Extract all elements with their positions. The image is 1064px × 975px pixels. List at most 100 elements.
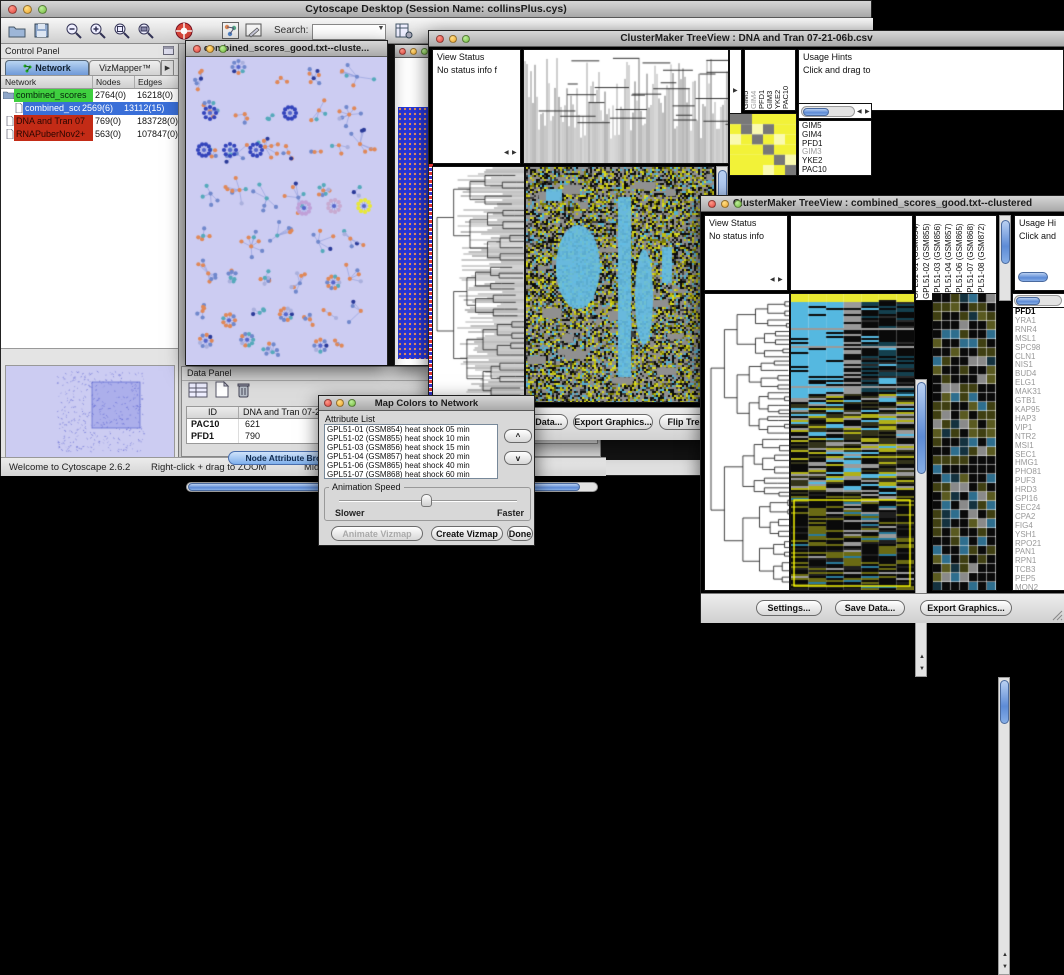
scroll-down-icon[interactable]: ▼ bbox=[919, 664, 925, 674]
tv1-gene-label[interactable]: PAC10 bbox=[799, 166, 871, 175]
attribute-list-item[interactable]: GPL51-04 (GSM857) heat shock 20 min bbox=[327, 452, 497, 461]
network-overview-canvas[interactable] bbox=[6, 366, 174, 457]
tv2-heatmap-vscrollbar[interactable]: ▲ ▼ bbox=[915, 379, 927, 677]
annotation-icon[interactable] bbox=[244, 21, 264, 41]
zoom-button[interactable] bbox=[219, 45, 227, 53]
minimize-button[interactable] bbox=[410, 48, 417, 55]
tab-more-arrow[interactable]: ▶ bbox=[161, 60, 174, 75]
search-input[interactable] bbox=[312, 24, 386, 40]
search-dropdown-arrow[interactable]: ▼ bbox=[378, 25, 385, 32]
treeview2-title: ClusterMaker TreeView : combined_scores_… bbox=[701, 198, 1064, 209]
settings-button[interactable]: Settings... bbox=[756, 600, 822, 616]
tv2-main-heatmap[interactable] bbox=[790, 293, 915, 591]
tv2-hints-scrollthumb[interactable] bbox=[1018, 272, 1048, 282]
zoom-button[interactable] bbox=[38, 5, 47, 14]
attribute-list-item[interactable]: GPL51-02 (GSM855) heat shock 10 min bbox=[327, 434, 497, 443]
attribute-list-item[interactable]: GPL51-03 (GSM856) heat shock 15 min bbox=[327, 443, 497, 452]
tv2-zoom-vscrollbar[interactable]: ▲ ▼ bbox=[998, 677, 1010, 975]
col-header-nodes[interactable]: Nodes bbox=[93, 76, 135, 88]
network-table-row[interactable]: combined_sco2569(6)13112(15) bbox=[1, 102, 178, 115]
float-panel-icon[interactable] bbox=[163, 42, 174, 60]
attribute-list-item[interactable]: GPL51-01 (GSM854) heat shock 05 min bbox=[327, 425, 497, 434]
scroll-right-icon[interactable]: ▶ bbox=[512, 148, 517, 158]
scroll-left-icon[interactable]: ◀ bbox=[770, 275, 775, 285]
dense-network-block[interactable] bbox=[398, 107, 430, 359]
network-tab-icon bbox=[23, 64, 32, 73]
zoom-button[interactable] bbox=[462, 35, 470, 43]
attribute-listbox[interactable]: GPL51-01 (GSM854) heat shock 05 minGPL51… bbox=[324, 424, 498, 479]
animate-vizmap-button[interactable]: Animate Vizmap bbox=[331, 526, 423, 541]
col-header-network[interactable]: Network bbox=[1, 76, 93, 88]
scroll-left-icon[interactable]: ◀ bbox=[857, 107, 862, 117]
tv2-row-dendrogram[interactable] bbox=[704, 293, 790, 591]
scroll-down-icon[interactable]: ▼ bbox=[1002, 962, 1008, 972]
close-button[interactable] bbox=[436, 35, 444, 43]
tv1-gene-scrollbar-panel[interactable]: ◀ ▶ bbox=[798, 103, 872, 119]
open-file-icon[interactable] bbox=[7, 21, 27, 41]
create-vizmap-button[interactable]: Create Vizmap bbox=[431, 526, 503, 541]
move-up-button[interactable]: ^ bbox=[504, 429, 532, 443]
zoom-out-icon[interactable] bbox=[64, 21, 84, 41]
attribute-list-item[interactable]: GPL51-07 (GSM868) heat shock 60 min bbox=[327, 470, 497, 479]
zoom-selected-icon[interactable] bbox=[112, 21, 132, 41]
scroll-left-icon[interactable]: ◀ bbox=[504, 148, 509, 158]
tv2-gene-hscrollbar[interactable] bbox=[1014, 295, 1062, 306]
minimize-button[interactable] bbox=[721, 200, 729, 208]
scroll-up-icon[interactable]: ▲ bbox=[1002, 950, 1008, 960]
tv2-zoom-heatmap[interactable] bbox=[932, 293, 997, 591]
tv2-collabel-vscrollbar[interactable] bbox=[999, 215, 1011, 301]
tv1-row-dendrogram[interactable] bbox=[432, 166, 525, 403]
network-view-canvas[interactable] bbox=[186, 58, 387, 365]
zoom-button[interactable] bbox=[734, 200, 742, 208]
network-name: combined_sco bbox=[23, 102, 80, 115]
zoom-in-icon[interactable] bbox=[88, 21, 108, 41]
help-lifering-icon[interactable] bbox=[174, 21, 194, 41]
done-button[interactable]: Done bbox=[507, 526, 533, 541]
delete-attribute-icon[interactable] bbox=[236, 381, 251, 403]
new-attribute-icon[interactable] bbox=[214, 381, 230, 403]
network-table-row[interactable]: combined_scores2764(0)16218(0) bbox=[1, 89, 178, 102]
tab-vizmapper[interactable]: VizMapper™ bbox=[89, 60, 161, 75]
export-graphics-button[interactable]: Export Graphics... bbox=[573, 414, 653, 430]
tv2-column-labels: GPL51-01 (GSM854)GPL51-02 (GSM855)GPL51-… bbox=[915, 215, 997, 301]
main-titlebar[interactable]: Cytoscape Desktop (Session Name: collins… bbox=[1, 1, 871, 18]
close-button[interactable] bbox=[708, 200, 716, 208]
scroll-right-icon[interactable]: ▶ bbox=[865, 107, 870, 117]
network-table-row[interactable]: DNA and Tran 07769(0)183728(0) bbox=[1, 115, 178, 128]
scroll-right-icon[interactable]: ▶ bbox=[778, 275, 783, 285]
resize-grip-icon[interactable] bbox=[1051, 609, 1063, 621]
close-button[interactable] bbox=[193, 45, 201, 53]
move-down-button[interactable]: v bbox=[504, 451, 532, 465]
minimize-button[interactable] bbox=[449, 35, 457, 43]
tv2-column-dendrogram-area[interactable] bbox=[790, 215, 913, 291]
network-table-row[interactable]: RNAPuberNov2+563(0)107847(0) bbox=[1, 128, 178, 141]
speed-slider-thumb[interactable] bbox=[421, 494, 432, 507]
close-button[interactable] bbox=[8, 5, 17, 14]
save-icon[interactable] bbox=[31, 21, 51, 41]
control-panel: Control Panel Network VizMapper™ ▶ Netwo… bbox=[1, 44, 179, 460]
zoom-button[interactable] bbox=[421, 48, 428, 55]
col-header-edges[interactable]: Edges bbox=[135, 76, 178, 88]
tv1-zoom-matrix[interactable] bbox=[729, 113, 797, 176]
zoom-button[interactable] bbox=[348, 399, 356, 407]
minimize-button[interactable] bbox=[23, 5, 32, 14]
zoom-fit-icon[interactable] bbox=[136, 21, 156, 41]
minimize-button[interactable] bbox=[336, 399, 344, 407]
tv2-gene-label[interactable]: MON2 bbox=[1013, 584, 1064, 591]
scroll-up-icon[interactable]: ▲ bbox=[919, 652, 925, 662]
network-overview-panel[interactable] bbox=[5, 365, 175, 458]
minimize-button[interactable] bbox=[206, 45, 214, 53]
table-grid-icon[interactable] bbox=[188, 382, 208, 403]
close-button[interactable] bbox=[324, 399, 332, 407]
tab-network[interactable]: Network bbox=[5, 60, 89, 75]
close-button[interactable] bbox=[399, 48, 406, 55]
tv1-column-dendrogram[interactable] bbox=[523, 49, 729, 164]
data-col-id[interactable]: ID bbox=[187, 407, 239, 418]
background-network-window bbox=[394, 44, 432, 366]
attribute-browser-icon[interactable] bbox=[394, 21, 414, 41]
save-data-button[interactable]: Save Data... bbox=[835, 600, 905, 616]
tv1-main-heatmap[interactable] bbox=[525, 166, 715, 403]
attribute-list-item[interactable]: GPL51-06 (GSM865) heat shock 40 min bbox=[327, 461, 497, 470]
export-graphics-button[interactable]: Export Graphics... bbox=[920, 600, 1012, 616]
vizmap-icon[interactable] bbox=[220, 21, 240, 41]
